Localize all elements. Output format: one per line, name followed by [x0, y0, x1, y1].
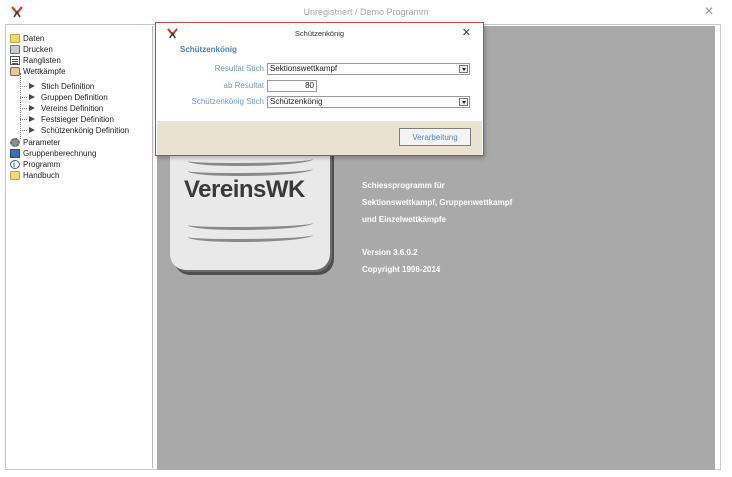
tree-item-label: Vereins Definition	[41, 104, 104, 113]
info-line-1: Schiessprogramm für	[362, 181, 445, 190]
navigation-tree: Daten Drucken Ranglisten Wettkämpfe Stic…	[7, 26, 153, 468]
tree-item-label: Programm	[23, 160, 61, 169]
tree-item-label: Gruppen Definition	[41, 93, 108, 102]
vereinswk-logo: VereinsWK	[170, 130, 335, 275]
dialog-title-bar: Schützenkönig ✕	[156, 23, 483, 43]
folder-icon	[10, 171, 20, 180]
ab-resultat-field[interactable]: 80	[267, 80, 317, 92]
window-title: Unregistriert / Demo Programm	[303, 7, 429, 17]
ab-resultat-label: ab Resultat	[223, 81, 264, 90]
printer-icon	[10, 45, 20, 54]
tree-item-vereins-definition[interactable]: Vereins Definition	[28, 103, 103, 114]
logo-wave	[188, 164, 313, 176]
version-text: Version 3.6.0.2	[362, 248, 418, 257]
tree-item-label: Gruppenberechnung	[23, 149, 97, 158]
dialog-title: Schützenkönig	[294, 29, 345, 38]
resultat-stich-value: Sektionswettkampf	[270, 64, 338, 73]
arrow-icon	[28, 82, 38, 91]
dialog-body: Schützenkönig Resultat Stich Sektionswet…	[157, 43, 482, 121]
tree-item-ranglisten[interactable]: Ranglisten	[10, 55, 61, 66]
gear-icon	[10, 138, 20, 147]
info-line-2: Sektionswettkampf, Gruppenwettkampf	[362, 198, 513, 207]
tree-item-gruppen-definition[interactable]: Gruppen Definition	[28, 92, 108, 103]
tree-connector	[20, 130, 27, 131]
resultat-stich-select[interactable]: Sektionswettkampf	[267, 63, 470, 75]
tree-connector	[20, 86, 27, 87]
tree-connector	[20, 97, 27, 98]
chevron-down-icon[interactable]	[459, 65, 468, 73]
tree-item-label: Festsieger Definition	[41, 115, 114, 124]
tree-item-label: Schützenkönig Definition	[41, 126, 130, 135]
tree-item-label: Wettkämpfe	[23, 67, 66, 76]
logo-wave	[188, 218, 313, 230]
tree-connector	[20, 108, 27, 109]
koenig-stich-label: Schützenkönig Stich	[191, 97, 265, 106]
dialog-close-icon[interactable]: ✕	[462, 26, 471, 39]
tree-item-stich-definition[interactable]: Stich Definition	[28, 81, 94, 92]
folder-icon	[10, 34, 20, 43]
tree-item-gruppenberechnung[interactable]: Gruppenberechnung	[10, 148, 96, 159]
logo-wave	[188, 230, 313, 242]
close-icon[interactable]: ✕	[704, 4, 714, 18]
tree-item-schuetzenkoenig-definition[interactable]: Schützenkönig Definition	[28, 125, 129, 136]
chevron-down-icon[interactable]	[459, 98, 468, 106]
list-icon	[10, 56, 20, 65]
arrow-icon	[28, 104, 38, 113]
tree-item-parameter[interactable]: Parameter	[10, 137, 60, 148]
copyright-text: Copyright 1996-2014	[362, 265, 441, 274]
resultat-stich-label: Resultat Stich	[214, 64, 264, 73]
koenig-stich-select[interactable]: Schützenkönig	[267, 96, 470, 108]
verarbeitung-button[interactable]: Verarbeitung	[399, 128, 471, 146]
tree-item-label: Parameter	[23, 138, 61, 147]
tree-item-festsieger-definition[interactable]: Festsieger Definition	[28, 114, 114, 125]
tree-item-wettkaempfe[interactable]: Wettkämpfe	[10, 66, 66, 77]
info-line-3: und Einzelwettkämpfe	[362, 215, 447, 224]
tree-item-label: Handbuch	[23, 171, 60, 180]
tree-item-label: Ranglisten	[23, 56, 61, 65]
tree-item-label: Drucken	[23, 45, 53, 54]
koenig-stich-value: Schützenkönig	[270, 97, 323, 106]
schuetzenkoenig-dialog: Schützenkönig ✕ Schützenkönig Resultat S…	[155, 22, 484, 156]
tree-connector	[20, 119, 27, 120]
tree-item-daten[interactable]: Daten	[10, 33, 44, 44]
arrow-icon	[28, 93, 38, 102]
section-title: Schützenkönig	[180, 45, 237, 54]
dialog-footer: Verarbeitung	[157, 121, 482, 155]
calculator-icon	[10, 149, 20, 158]
info-icon	[10, 160, 20, 171]
tree-item-programm[interactable]: Programm	[10, 159, 61, 171]
logo-text: VereinsWK	[184, 176, 305, 203]
tree-item-handbuch[interactable]: Handbuch	[10, 170, 59, 181]
title-bar: Unregistriert / Demo Programm ✕	[0, 0, 732, 24]
tree-item-label: Daten	[23, 34, 45, 43]
tree-item-label: Stich Definition	[41, 82, 95, 91]
arrow-icon	[28, 115, 38, 124]
target-icon	[10, 67, 20, 76]
tree-item-drucken[interactable]: Drucken	[10, 44, 53, 55]
arrow-icon	[28, 126, 38, 135]
